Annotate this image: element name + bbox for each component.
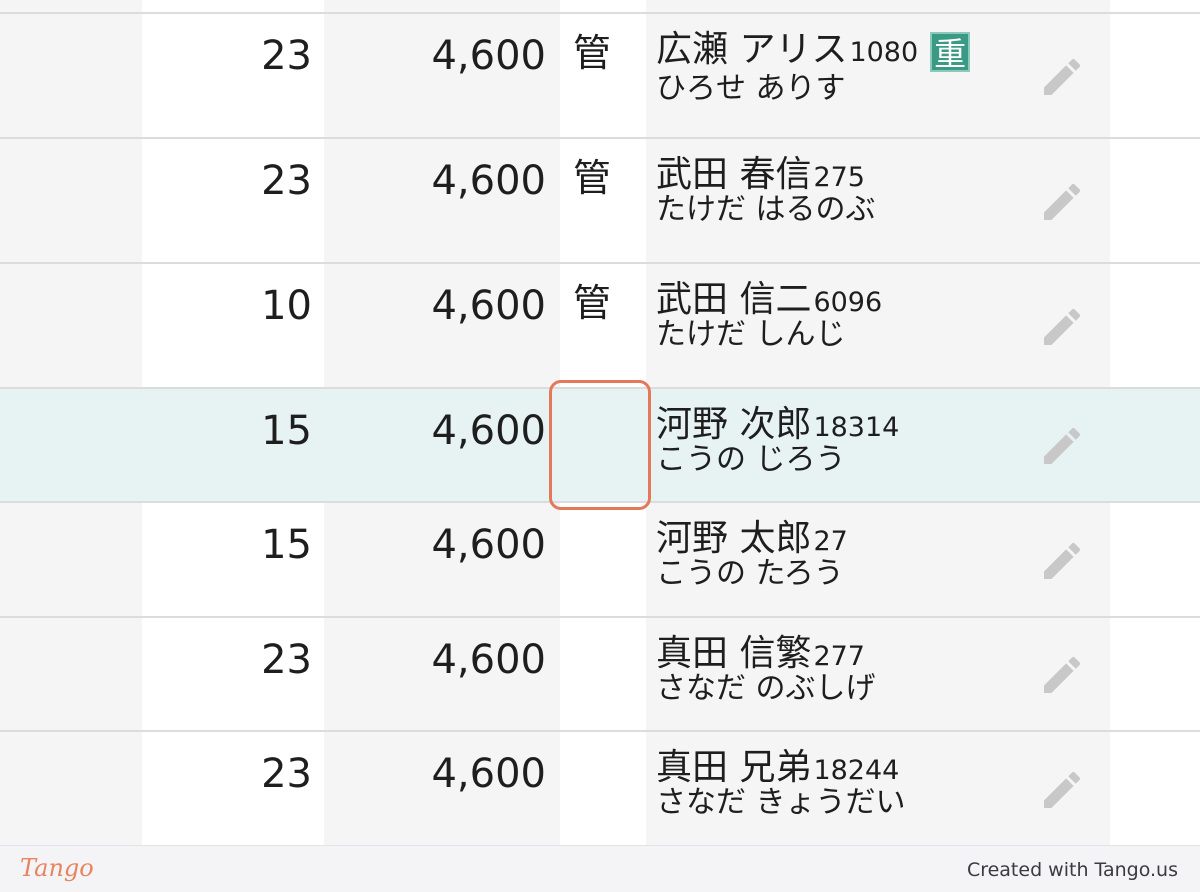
column-band: [560, 0, 646, 12]
column-band: [1110, 618, 1200, 730]
manager-mark-cell[interactable]: [560, 618, 624, 730]
column-band: [0, 618, 142, 730]
price-cell: 4,600: [431, 158, 546, 204]
name-line: 河野 太郎27: [656, 521, 1036, 557]
column-band: [0, 139, 142, 262]
pencil-icon[interactable]: [1038, 422, 1086, 470]
person-name-kana: さなだ きょうだい: [656, 785, 906, 820]
person-id: 18314: [813, 412, 900, 443]
click-highlight-box: [549, 380, 651, 510]
person-name-kana: たけだ しんじ: [656, 317, 846, 352]
person-id: 18244: [813, 755, 900, 786]
table-row[interactable]: 23 4,600 管武田 春信275 たけだ はるのぶ: [0, 137, 1200, 262]
name-cell: 広瀬 アリス1080 重ひろせ ありす: [656, 14, 1036, 137]
person-name-kana: こうの じろう: [656, 442, 846, 477]
name-cell: 武田 春信275 たけだ はるのぶ: [656, 139, 1036, 262]
person-name-kana: たけだ はるのぶ: [656, 192, 876, 227]
manager-mark-cell[interactable]: [560, 732, 624, 845]
price-cell: 4,600: [431, 751, 546, 797]
person-id: 27: [813, 526, 848, 557]
name-line: 真田 信繁277: [656, 636, 1036, 672]
name-line: 真田 兄弟18244: [656, 750, 1036, 786]
person-name-kana: さなだ のぶしげ: [656, 671, 876, 706]
pencil-icon[interactable]: [1038, 178, 1086, 226]
quantity-cell: 15: [261, 522, 312, 568]
manager-mark-cell[interactable]: 管: [560, 14, 624, 137]
pencil-icon[interactable]: [1038, 303, 1086, 351]
pencil-icon[interactable]: [1038, 537, 1086, 585]
person-name: 武田 春信: [656, 154, 812, 195]
column-band: [1110, 139, 1200, 262]
price-cell: 4,600: [431, 283, 546, 329]
person-id: 6096: [813, 287, 883, 318]
name-line: 武田 信二6096: [656, 282, 1036, 318]
column-band: [1110, 0, 1200, 12]
manager-mark-cell[interactable]: 管: [560, 139, 624, 262]
person-id: 275: [813, 162, 865, 193]
manager-mark-cell[interactable]: 管: [560, 264, 624, 387]
person-name: 真田 信繁: [656, 633, 812, 674]
table-row[interactable]: 23 4,600 真田 信繁277 さなだ のぶしげ: [0, 616, 1200, 730]
person-name-kana: ひろせ ありす: [656, 71, 846, 106]
name-cell: 武田 信二6096 たけだ しんじ: [656, 264, 1036, 387]
name-cell: 真田 兄弟18244 さなだ きょうだい: [656, 732, 1036, 845]
price-cell: 4,600: [431, 408, 546, 454]
quantity-cell: 23: [261, 637, 312, 683]
person-name-kana: こうの たろう: [656, 556, 844, 591]
table-row-partial: [0, 0, 1200, 12]
column-band: [0, 264, 142, 387]
duplicate-badge: 重: [930, 32, 971, 73]
price-cell: 4,600: [431, 522, 546, 568]
column-band: [1110, 503, 1200, 616]
column-band: [646, 0, 1110, 12]
column-band: [0, 503, 142, 616]
person-name: 広瀬 アリス: [656, 29, 848, 70]
pencil-icon[interactable]: [1038, 53, 1086, 101]
name-line: 武田 春信275: [656, 157, 1036, 193]
table-row[interactable]: 10 4,600 管武田 信二6096 たけだ しんじ: [0, 262, 1200, 387]
name-cell: 真田 信繁277 さなだ のぶしげ: [656, 618, 1036, 730]
column-band: [0, 0, 142, 12]
column-band: [1110, 264, 1200, 387]
table-row[interactable]: 15 4,600 河野 太郎27 こうの たろう: [0, 501, 1200, 616]
created-with-credit[interactable]: Created with Tango.us: [967, 859, 1178, 881]
person-name: 河野 次郎: [656, 404, 812, 445]
quantity-cell: 23: [261, 751, 312, 797]
column-band: [1110, 732, 1200, 845]
price-cell: 4,600: [431, 33, 546, 79]
person-name: 河野 太郎: [656, 518, 812, 559]
quantity-cell: 23: [261, 158, 312, 204]
name-line: 河野 次郎18314: [656, 407, 1036, 443]
name-cell: 河野 太郎27 こうの たろう: [656, 503, 1036, 616]
table-row[interactable]: 23 4,600 真田 兄弟18244 さなだ きょうだい: [0, 730, 1200, 845]
tango-logo: Tango: [20, 854, 94, 882]
manager-mark-cell[interactable]: [560, 503, 624, 616]
column-band: [0, 14, 142, 137]
column-band: [142, 0, 324, 12]
person-name: 武田 信二: [656, 279, 812, 320]
footer-bar: Tango Created with Tango.us: [0, 845, 1200, 892]
column-band: [1110, 14, 1200, 137]
quantity-cell: 10: [261, 283, 312, 329]
column-band: [0, 732, 142, 845]
quantity-cell: 23: [261, 33, 312, 79]
table-row[interactable]: 23 4,600 管広瀬 アリス1080 重ひろせ ありす: [0, 12, 1200, 137]
column-band: [324, 0, 560, 12]
name-cell: 河野 次郎18314 こうの じろう: [656, 389, 1036, 501]
pencil-icon[interactable]: [1038, 766, 1086, 814]
quantity-cell: 15: [261, 408, 312, 454]
person-id: 277: [813, 641, 865, 672]
person-name: 真田 兄弟: [656, 747, 812, 788]
price-cell: 4,600: [431, 637, 546, 683]
name-line: 広瀬 アリス1080 重: [656, 29, 1036, 73]
pencil-icon[interactable]: [1038, 651, 1086, 699]
person-id: 1080: [849, 37, 919, 68]
